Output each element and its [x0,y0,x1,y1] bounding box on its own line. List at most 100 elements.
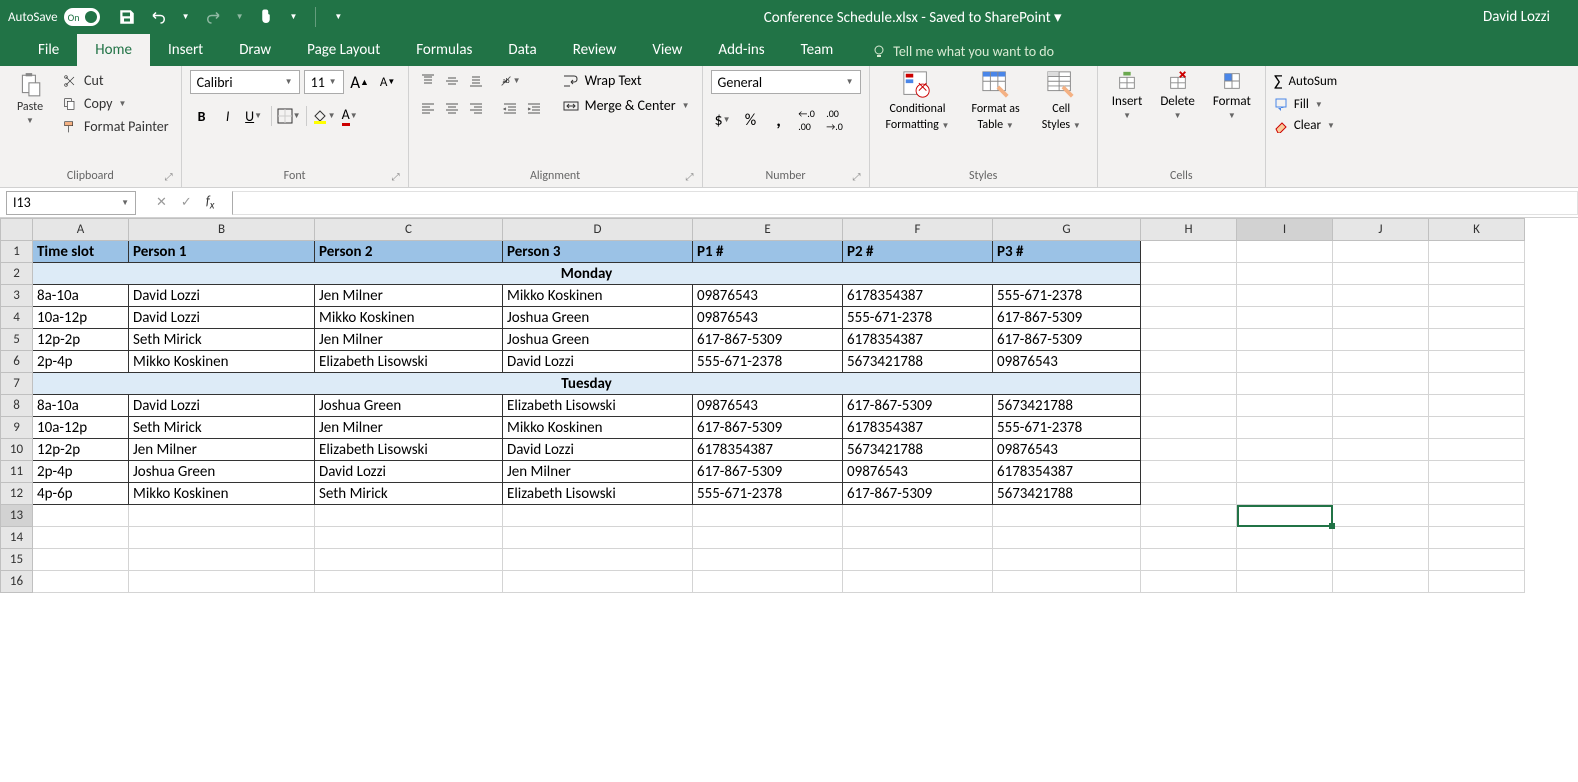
autosum-button[interactable]: ∑AutoSum [1274,70,1337,93]
italic-button[interactable]: I [216,104,240,128]
cell-F6[interactable]: 5673421788 [843,351,993,373]
cell-D4[interactable]: Joshua Green [503,307,693,329]
cell-G16[interactable] [993,571,1141,593]
cell-A10[interactable]: 12p-2p [33,439,129,461]
cell-B14[interactable] [129,527,315,549]
percent-button[interactable]: % [739,108,763,132]
cell-E14[interactable] [693,527,843,549]
cell-H7[interactable] [1141,373,1237,395]
day-header-tuesday[interactable]: Tuesday [33,373,1141,395]
row-header-8[interactable]: 8 [1,395,33,417]
cell-K4[interactable] [1429,307,1525,329]
cell-E15[interactable] [693,549,843,571]
cell-G9[interactable]: 555-671-2378 [993,417,1141,439]
cell-D6[interactable]: David Lozzi [503,351,693,373]
wrap-text-button[interactable]: Wrap Text [559,70,694,91]
cell-G11[interactable]: 6178354387 [993,461,1141,483]
cell-J2[interactable] [1333,263,1429,285]
tab-team[interactable]: Team [783,34,852,66]
cell-A6[interactable]: 2p-4p [33,351,129,373]
fx-icon[interactable]: fx [206,194,215,212]
cell-D9[interactable]: Mikko Koskinen [503,417,693,439]
col-header-K[interactable]: K [1429,219,1525,241]
col-header-J[interactable]: J [1333,219,1429,241]
cell-A3[interactable]: 8a-10a [33,285,129,307]
cell-J1[interactable] [1333,241,1429,263]
cell-K5[interactable] [1429,329,1525,351]
cell-C12[interactable]: Seth Mirick [315,483,503,505]
paste-button[interactable]: Paste ▼ [8,70,52,128]
cell-E10[interactable]: 6178354387 [693,439,843,461]
cell-F3[interactable]: 6178354387 [843,285,993,307]
col-header-B[interactable]: B [129,219,315,241]
cell-B3[interactable]: David Lozzi [129,285,315,307]
underline-button[interactable]: U▼ [242,104,266,128]
autosave-toggle[interactable]: AutoSave On [8,8,100,26]
name-box[interactable]: I13▼ [6,191,136,215]
cell-D16[interactable] [503,571,693,593]
cell-C6[interactable]: Elizabeth Lisowski [315,351,503,373]
fill-color-button[interactable]: ▼ [312,104,336,128]
cell-F14[interactable] [843,527,993,549]
cell-B11[interactable]: Joshua Green [129,461,315,483]
cell-A5[interactable]: 12p-2p [33,329,129,351]
cell-I14[interactable] [1237,527,1333,549]
cell-H4[interactable] [1141,307,1237,329]
col-header-I[interactable]: I [1237,219,1333,241]
cell-E1[interactable]: P1 # [693,241,843,263]
tab-file[interactable]: File [20,34,77,66]
cell-I15[interactable] [1237,549,1333,571]
cell-K1[interactable] [1429,241,1525,263]
cell-H14[interactable] [1141,527,1237,549]
shrink-font-button[interactable]: A▼ [376,70,400,94]
cell-J15[interactable] [1333,549,1429,571]
cell-H12[interactable] [1141,483,1237,505]
cell-E5[interactable]: 617-867-5309 [693,329,843,351]
cell-A16[interactable] [33,571,129,593]
clear-button[interactable]: Clear ▼ [1274,116,1335,135]
toggle-switch[interactable]: On [64,8,100,26]
cell-K10[interactable] [1429,439,1525,461]
cell-C13[interactable] [315,505,503,527]
cell-B10[interactable]: Jen Milner [129,439,315,461]
cell-B5[interactable]: Seth Mirick [129,329,315,351]
cell-J11[interactable] [1333,461,1429,483]
cell-G10[interactable]: 09876543 [993,439,1141,461]
cell-G12[interactable]: 5673421788 [993,483,1141,505]
tab-draw[interactable]: Draw [221,34,289,66]
cell-F12[interactable]: 617-867-5309 [843,483,993,505]
cell-K7[interactable] [1429,373,1525,395]
tab-formulas[interactable]: Formulas [398,34,490,66]
col-header-D[interactable]: D [503,219,693,241]
cell-F5[interactable]: 6178354387 [843,329,993,351]
cell-E8[interactable]: 09876543 [693,395,843,417]
cell-C3[interactable]: Jen Milner [315,285,503,307]
cell-I12[interactable] [1237,483,1333,505]
inc-decimal-button[interactable]: ←.0.00 [795,108,819,132]
cell-G13[interactable] [993,505,1141,527]
cell-B15[interactable] [129,549,315,571]
cell-E11[interactable]: 617-867-5309 [693,461,843,483]
cell-C1[interactable]: Person 2 [315,241,503,263]
cell-E6[interactable]: 555-671-2378 [693,351,843,373]
cell-H2[interactable] [1141,263,1237,285]
cell-A11[interactable]: 2p-4p [33,461,129,483]
cell-I9[interactable] [1237,417,1333,439]
align-left-button[interactable] [417,98,439,120]
cell-J5[interactable] [1333,329,1429,351]
row-header-9[interactable]: 9 [1,417,33,439]
cell-F8[interactable]: 617-867-5309 [843,395,993,417]
clipboard-launcher[interactable]: ⤢ [165,170,173,183]
cell-E9[interactable]: 617-867-5309 [693,417,843,439]
col-header-G[interactable]: G [993,219,1141,241]
cell-B13[interactable] [129,505,315,527]
enter-formula-icon[interactable]: ✓ [181,195,192,210]
cell-I2[interactable] [1237,263,1333,285]
cell-A15[interactable] [33,549,129,571]
touch-mouse-icon[interactable] [257,8,275,26]
cell-A8[interactable]: 8a-10a [33,395,129,417]
cell-E16[interactable] [693,571,843,593]
cell-H16[interactable] [1141,571,1237,593]
cell-K12[interactable] [1429,483,1525,505]
cell-F13[interactable] [843,505,993,527]
